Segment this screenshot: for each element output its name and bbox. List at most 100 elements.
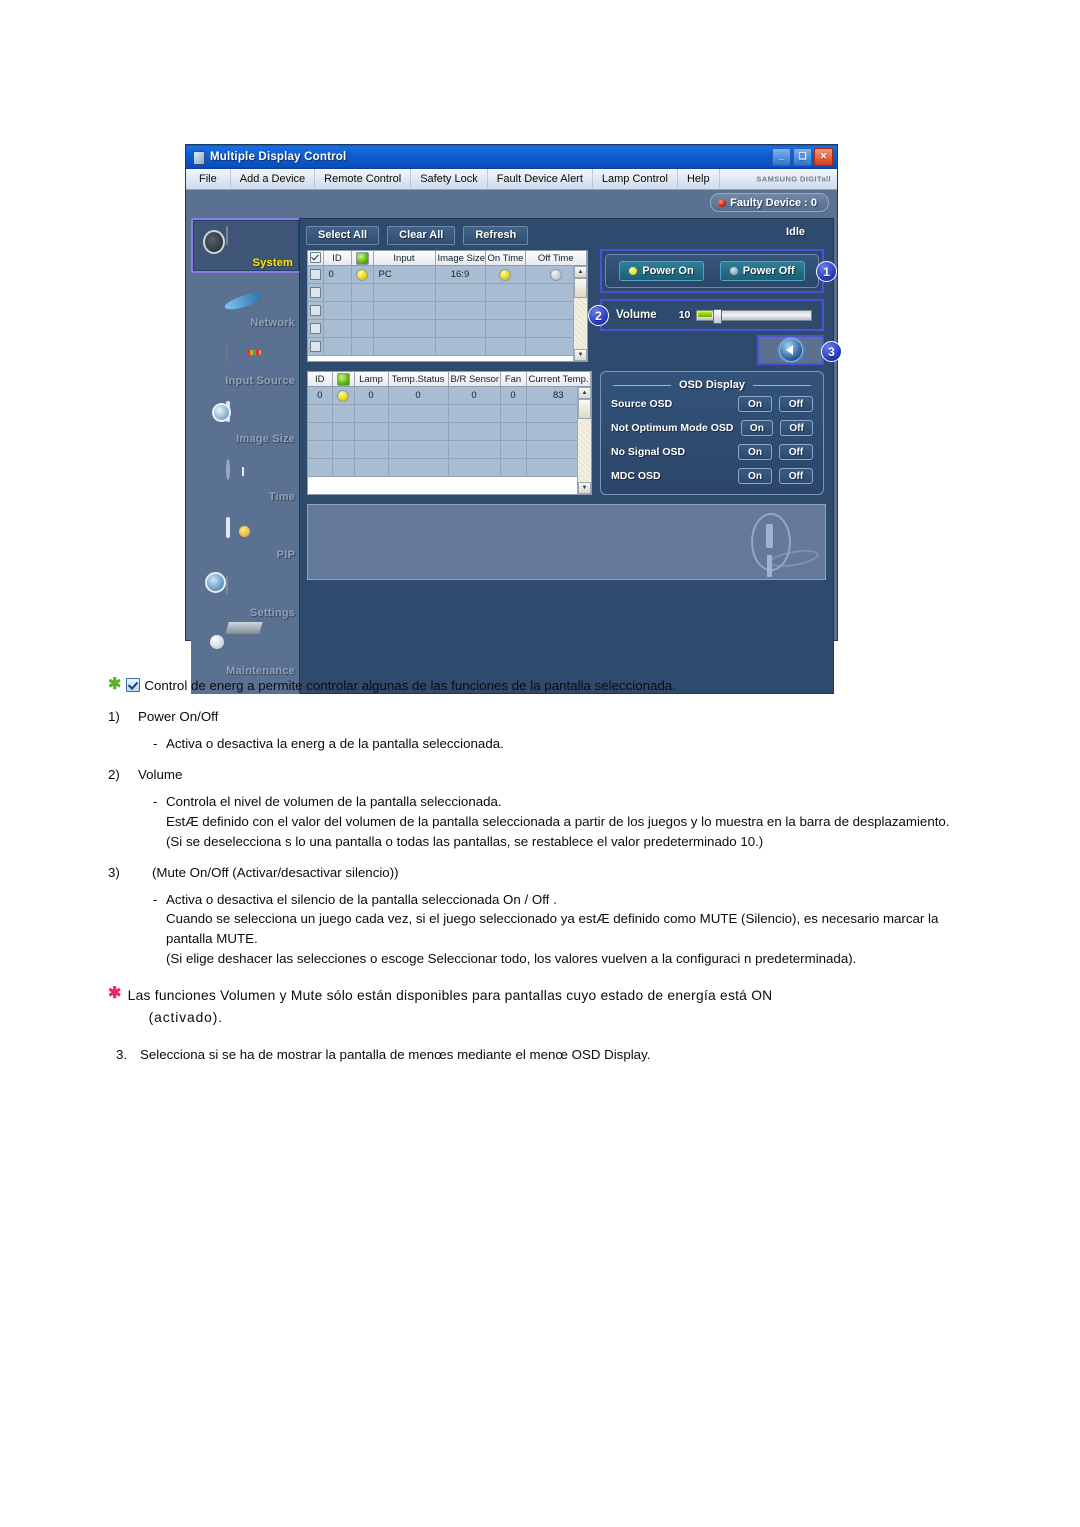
cell-power — [351, 301, 374, 320]
cell-temp-status — [388, 422, 449, 441]
scroll-up-icon[interactable]: ▲ — [574, 266, 587, 278]
table-row[interactable]: 0 PC 16:9 — [308, 265, 587, 284]
close-icon: ✕ — [819, 151, 828, 161]
row-checkbox-cell[interactable] — [308, 265, 324, 284]
clear-all-button[interactable]: Clear All — [387, 225, 456, 245]
scrollbar-thumb[interactable] — [578, 399, 591, 419]
image-size-icon — [226, 401, 266, 435]
no-signal-osd-off-button[interactable]: Off — [779, 444, 813, 460]
sidebar-item-settings[interactable]: Settings — [191, 566, 301, 621]
checkbox-icon — [310, 304, 321, 316]
volume-slider-thumb[interactable] — [713, 308, 723, 324]
source-osd-off-button[interactable]: Off — [779, 396, 813, 412]
menu-item-lamp-control[interactable]: Lamp Control — [593, 169, 678, 189]
power-off-button[interactable]: Power Off — [719, 261, 805, 281]
not-optimum-mode-osd-off-button[interactable]: Off — [780, 420, 813, 436]
row-checkbox-cell[interactable] — [308, 283, 324, 302]
sidebar-item-input-source[interactable]: Input Source — [191, 334, 301, 389]
sidebar-item-network[interactable]: Network — [191, 276, 301, 331]
menu-item-safety-lock[interactable]: Safety Lock — [411, 169, 488, 189]
osd-row-not-optimum-mode-osd: Not Optimum Mode OSD On Off — [611, 416, 813, 440]
sidebar-item-label: Time — [268, 491, 295, 503]
table-header-row: ID Input Image Size On Time Off Time — [308, 251, 587, 266]
faulty-device-badge[interactable]: Faulty Device : 0 — [710, 193, 829, 212]
cell-temp-status — [388, 440, 449, 459]
app-icon — [191, 150, 205, 165]
checkbox-icon — [126, 678, 141, 692]
scrollbar-track[interactable] — [578, 419, 591, 482]
page-root: Multiple Display Control _ ❑ ✕ File Add … — [0, 0, 1080, 1527]
dash-marker: - — [153, 891, 158, 907]
power-off-label: Power Off — [742, 265, 795, 277]
no-signal-osd-on-button[interactable]: On — [738, 444, 772, 460]
sidebar-item-pip[interactable]: PIP — [191, 508, 301, 563]
sidebar-item-maintenance[interactable]: Maintenance — [191, 624, 301, 679]
table-row[interactable] — [308, 422, 591, 441]
power-buttons-row: Power On Power Off — [605, 254, 819, 288]
table-row[interactable] — [308, 458, 591, 477]
cell-lamp — [354, 440, 389, 459]
table-row[interactable] — [308, 404, 591, 423]
power-off-led-icon — [729, 267, 738, 275]
select-all-checkbox-header[interactable] — [308, 251, 324, 266]
row-checkbox-cell[interactable] — [308, 301, 324, 320]
menu-item-fault-device-alert[interactable]: Fault Device Alert — [488, 169, 593, 189]
pink-asterisk-icon: ✱ — [108, 985, 122, 1003]
col-id: ID — [323, 251, 352, 266]
cell-on-time — [485, 301, 526, 320]
scroll-down-icon[interactable]: ▼ — [578, 482, 591, 494]
sidebar-item-label: PIP — [276, 549, 295, 561]
mdc-osd-off-button[interactable]: Off — [779, 468, 813, 484]
close-button[interactable]: ✕ — [814, 148, 833, 166]
status-table-grid: ID Lamp Temp.Status B/R Sensor Fan Curre… — [308, 372, 591, 477]
menu-item-add-a-device[interactable]: Add a Device — [231, 169, 316, 189]
samsung-logo: SAMSUNG DIGITall — [756, 174, 831, 184]
table-row[interactable]: 0 0 0 0 0 83 — [308, 386, 591, 405]
col-power — [332, 372, 355, 387]
speaker-mute-icon[interactable] — [778, 338, 803, 362]
list-item-last-number: 3. — [116, 1047, 128, 1062]
scroll-up-icon[interactable]: ▲ — [578, 387, 591, 399]
refresh-button[interactable]: Refresh — [463, 225, 529, 245]
col-off-time: Off Time — [525, 251, 587, 266]
maximize-button[interactable]: ❑ — [793, 148, 812, 166]
scroll-down-icon[interactable]: ▼ — [574, 349, 587, 361]
mdc-osd-on-button[interactable]: On — [738, 468, 772, 484]
menu-item-remote-control[interactable]: Remote Control — [315, 169, 412, 189]
mute-control-group[interactable] — [757, 335, 824, 365]
source-osd-on-button[interactable]: On — [738, 396, 772, 412]
volume-slider[interactable] — [696, 308, 812, 324]
sidebar-item-image-size[interactable]: Image Size — [191, 392, 301, 447]
scrollbar-track[interactable] — [574, 298, 587, 349]
row-checkbox-cell[interactable] — [308, 337, 324, 356]
power-on-button[interactable]: Power On — [619, 261, 704, 281]
menu-item-file[interactable]: File — [186, 169, 231, 189]
sidebar-item-system[interactable]: System — [191, 218, 301, 273]
scrollbar-thumb[interactable] — [574, 278, 587, 298]
cell-lamp: 0 — [354, 386, 389, 405]
bullet-text: Activa o desactiva el silencio de la pan… — [166, 891, 557, 907]
not-optimum-mode-osd-on-button[interactable]: On — [740, 420, 774, 436]
callout-badge-3: 3 — [821, 341, 842, 362]
table-row[interactable] — [308, 337, 587, 356]
col-on-time: On Time — [485, 251, 526, 266]
osd-row-label: Source OSD — [611, 398, 673, 410]
list-item-3-number: 3) — [108, 864, 120, 880]
table-row[interactable] — [308, 319, 587, 338]
cell-power — [332, 422, 355, 441]
cell-id — [323, 283, 352, 302]
table-row[interactable] — [308, 283, 587, 302]
list-item-1-title: Power On/Off — [138, 708, 219, 724]
minimize-button[interactable]: _ — [772, 148, 791, 166]
list-item-1: 1) Power On/Off — [108, 707, 988, 727]
row-checkbox-cell[interactable] — [308, 319, 324, 338]
display-table-scrollbar[interactable]: ▲ ▼ — [573, 266, 587, 361]
select-all-button[interactable]: Select All — [306, 225, 380, 245]
table-row[interactable] — [308, 440, 591, 459]
cell-power — [332, 404, 355, 423]
menu-item-help[interactable]: Help — [678, 169, 720, 189]
sidebar-item-time[interactable]: Time — [191, 450, 301, 505]
table-row[interactable] — [308, 301, 587, 320]
status-table-scrollbar[interactable]: ▲ ▼ — [577, 387, 591, 494]
list-item-1-number: 1) — [108, 708, 120, 724]
